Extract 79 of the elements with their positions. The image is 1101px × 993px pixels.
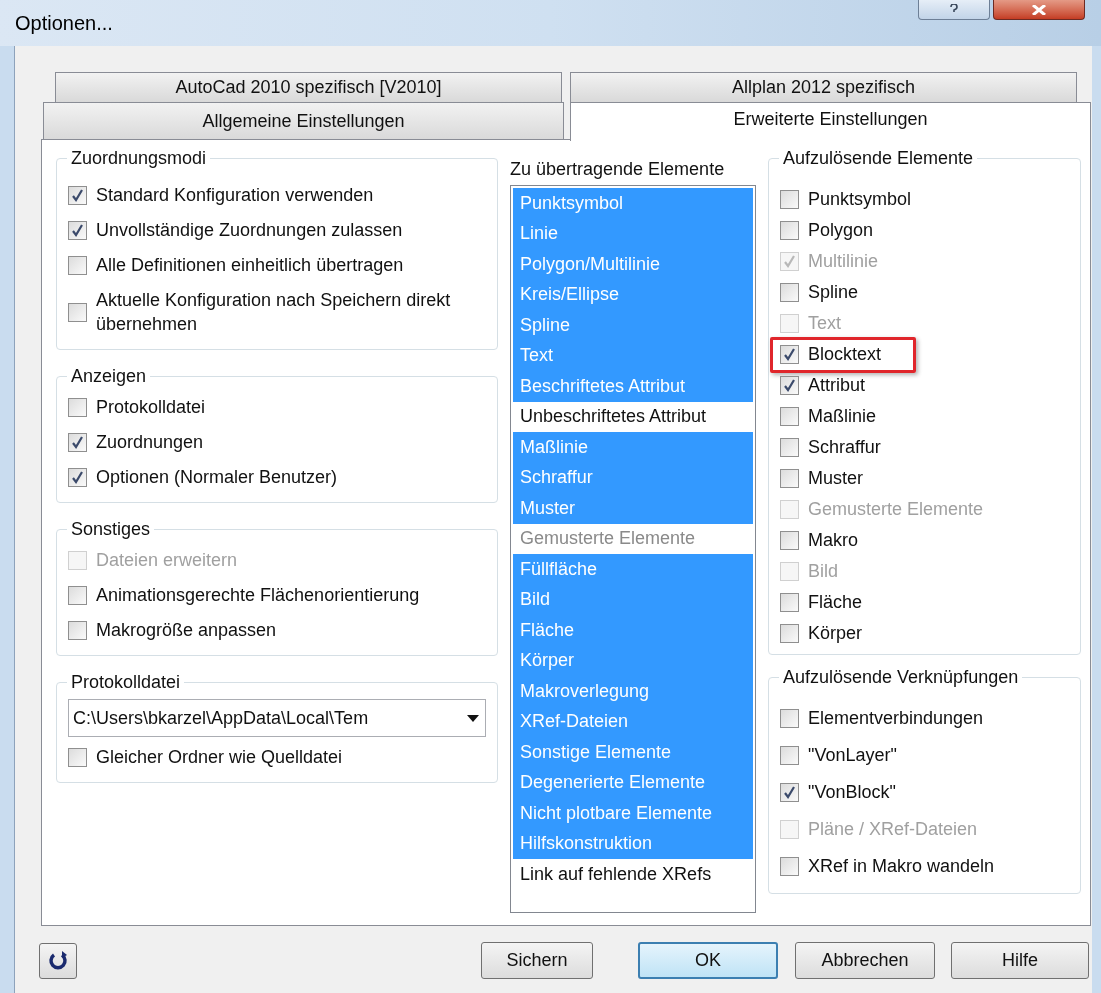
- checkbox[interactable]: [780, 375, 799, 395]
- checkbox-label[interactable]: Makrogröße anpassen: [96, 618, 277, 642]
- checkbox-label[interactable]: Blocktext: [808, 342, 882, 366]
- checkbox[interactable]: [780, 282, 799, 302]
- checkbox[interactable]: [68, 620, 87, 640]
- checkbox[interactable]: [68, 302, 87, 322]
- checkbox-label[interactable]: Spline: [808, 280, 859, 304]
- check-icon: [783, 254, 796, 268]
- checkbox-label[interactable]: Unvollständige Zuordnungen zulassen: [96, 218, 403, 242]
- checkbox[interactable]: [780, 220, 799, 240]
- checkbox[interactable]: [780, 189, 799, 209]
- checkbox-label[interactable]: Fläche: [808, 590, 863, 614]
- close-button[interactable]: [993, 0, 1085, 20]
- checkbox-label[interactable]: Makro: [808, 528, 858, 552]
- check-icon: [783, 785, 796, 799]
- checkbox[interactable]: [68, 432, 87, 452]
- dialog-button[interactable]: Hilfe: [951, 942, 1089, 979]
- checkbox[interactable]: [68, 397, 87, 417]
- checkbox-label[interactable]: Elementverbindungen: [808, 706, 984, 730]
- checkbox[interactable]: [780, 745, 799, 765]
- checkbox[interactable]: [780, 530, 799, 550]
- check-icon: [783, 378, 796, 392]
- checkbox-label[interactable]: Standard Konfiguration verwenden: [96, 183, 374, 207]
- tab[interactable]: AutoCad 2010 spezifisch [V2010]: [55, 72, 562, 102]
- window-title: Optionen...: [15, 11, 113, 36]
- checkbox-label[interactable]: Zuordnungen: [96, 430, 204, 454]
- checkbox-label[interactable]: Animationsgerechte Flächenorientierung: [96, 583, 420, 607]
- dropdown-value: C:\Users\bkarzel\AppData\Local\Tem: [73, 706, 369, 730]
- tab[interactable]: Erweiterte Einstellungen: [570, 102, 1091, 141]
- checkbox[interactable]: [68, 185, 87, 205]
- check-icon: [71, 223, 84, 237]
- reset-button[interactable]: [39, 942, 77, 979]
- help-button[interactable]: [918, 0, 990, 20]
- dialog-button[interactable]: Sichern: [481, 942, 593, 979]
- checkbox-label[interactable]: Schraffur: [808, 435, 881, 459]
- check-icon: [71, 435, 84, 449]
- checkbox-label[interactable]: Gleicher Ordner wie Quelldatei: [96, 745, 343, 769]
- checkbox-label[interactable]: Protokolldatei: [96, 395, 206, 419]
- tab[interactable]: Allgemeine Einstellungen: [43, 102, 564, 140]
- list-box[interactable]: [510, 185, 756, 913]
- checkbox-label[interactable]: Maßlinie: [808, 404, 877, 428]
- dialog-button[interactable]: OK: [638, 942, 778, 979]
- checkbox-label[interactable]: Aktuelle Konfiguration nach Speichern direkt übernehmen: [96, 288, 451, 336]
- checkbox[interactable]: [780, 406, 799, 426]
- checkbox-label[interactable]: Körper: [808, 621, 863, 645]
- checkbox-label[interactable]: "VonBlock": [808, 780, 896, 804]
- caret-icon: [467, 714, 479, 722]
- checkbox[interactable]: [780, 592, 799, 612]
- dropdown[interactable]: C:\Users\bkarzel\AppData\Local\Tem: [68, 699, 486, 737]
- checkbox-label[interactable]: Muster: [808, 466, 863, 490]
- tab[interactable]: Allplan 2012 spezifisch: [570, 72, 1077, 102]
- checkbox[interactable]: [780, 468, 799, 488]
- checkbox-label[interactable]: XRef in Makro wandeln: [808, 854, 995, 878]
- refresh-icon: [48, 950, 68, 971]
- check-icon: [783, 347, 796, 361]
- checkbox-label[interactable]: Optionen (Normaler Benutzer): [96, 465, 338, 489]
- checkbox-label[interactable]: Attribut: [808, 373, 866, 397]
- checkbox[interactable]: [68, 747, 87, 767]
- checkbox-label[interactable]: Polygon: [808, 218, 874, 242]
- checkbox[interactable]: [780, 708, 799, 728]
- close-icon: [1031, 4, 1047, 15]
- checkbox[interactable]: [780, 623, 799, 643]
- checkbox-label[interactable]: Punktsymbol: [808, 187, 912, 211]
- checkbox[interactable]: [780, 437, 799, 457]
- list-item[interactable]: Link auf fehlende XRefs: [513, 859, 753, 890]
- checkbox-label[interactable]: Alle Definitionen einheitlich übertragen: [96, 253, 404, 277]
- checkbox[interactable]: [68, 255, 87, 275]
- checkbox[interactable]: [68, 467, 87, 487]
- checkbox[interactable]: [780, 782, 799, 802]
- checkbox[interactable]: [68, 220, 87, 240]
- checkbox[interactable]: [780, 856, 799, 876]
- dialog-button[interactable]: Abbrechen: [795, 942, 935, 979]
- checkbox-label[interactable]: "VonLayer": [808, 743, 897, 767]
- checkbox[interactable]: [68, 585, 87, 605]
- check-icon: [71, 188, 84, 202]
- list-item[interactable]: Unbeschriftetes Attribut: [513, 401, 753, 432]
- check-icon: [71, 470, 84, 484]
- list-title: Zu übertragende Elemente: [510, 158, 726, 180]
- checkbox[interactable]: [780, 344, 799, 364]
